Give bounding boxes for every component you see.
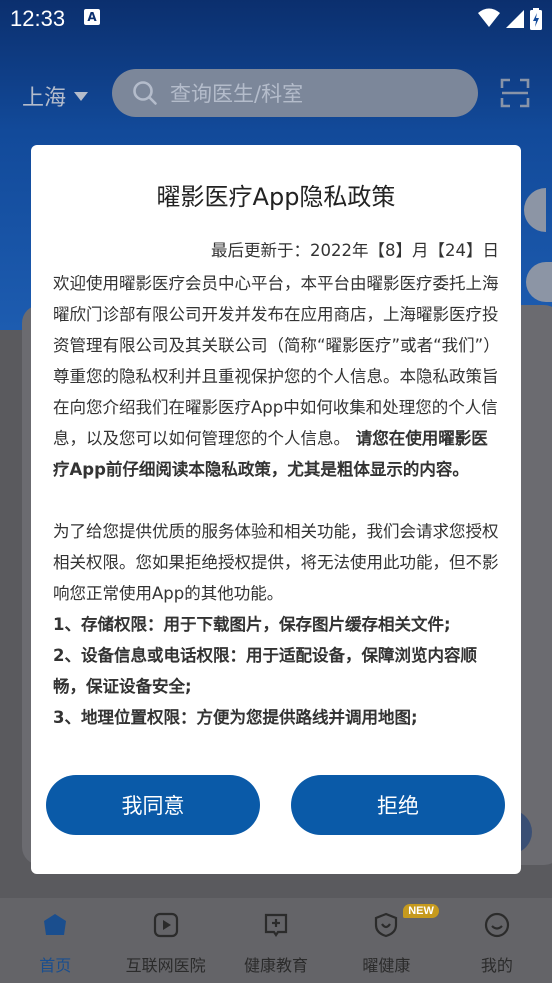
- nav-item-health[interactable]: NEW 曜健康: [331, 898, 441, 983]
- nav-label: 首页: [39, 956, 72, 975]
- city-selector[interactable]: 上海: [22, 80, 89, 112]
- wifi-icon: [478, 8, 500, 27]
- notification-icon: A: [84, 9, 100, 25]
- agree-button[interactable]: 我同意: [46, 775, 260, 835]
- privacy-policy-dialog: 曜影医疗App隐私政策 最后更新于：2022年【8】月【24】日 欢迎使用曜影医…: [31, 145, 521, 874]
- permission-item: 1、存储权限：用于下载图片，保存图片缓存相关文件;: [53, 615, 451, 634]
- search-icon: [133, 81, 157, 105]
- status-bar: 12:33 A: [0, 0, 552, 38]
- search-bar[interactable]: 查询医生/科室: [112, 69, 478, 117]
- search-placeholder: 查询医生/科室: [170, 82, 304, 106]
- new-badge: NEW: [403, 904, 439, 918]
- dialog-title: 曜影医疗App隐私政策: [156, 183, 396, 211]
- permission-item: 3、地理位置权限：方便为您提供路线并调用地图;: [53, 708, 418, 727]
- profile-icon: [484, 912, 509, 938]
- bottom-nav: 首页 互联网医院 健康教育 NEW 曜健康 我的: [0, 898, 552, 983]
- status-time: 12:33: [10, 6, 66, 31]
- policy-intro: 欢迎使用曜影医疗会员中心平台，本平台由曜影医疗委托上海曜欣门诊部有限公司开发并发…: [53, 268, 501, 485]
- permissions-intro: 为了给您提供优质的服务体验和相关功能，我们会请求您授权相关权限。您如果拒绝授权提…: [53, 522, 499, 603]
- permission-item: 2、设备信息或电话权限：用于适配设备，保障浏览内容顺畅，保证设备安全;: [53, 646, 477, 696]
- nav-item-health-education[interactable]: 健康教育: [221, 898, 331, 983]
- home-icon: [44, 914, 67, 935]
- last-updated: 最后更新于：2022年【8】月【24】日: [211, 241, 499, 260]
- video-play-icon: [153, 912, 178, 938]
- policy-body[interactable]: 欢迎使用曜影医疗会员中心平台，本平台由曜影医疗委托上海曜欣门诊部有限公司开发并发…: [53, 268, 501, 763]
- nav-label: 健康教育: [244, 956, 309, 975]
- status-icons: [478, 8, 542, 30]
- nav-item-home[interactable]: 首页: [0, 898, 110, 983]
- nav-item-profile[interactable]: 我的: [442, 898, 552, 983]
- nav-label: 互联网医院: [125, 956, 206, 975]
- intro-text: 欢迎使用曜影医疗会员中心平台，本平台由曜影医疗委托上海曜欣门诊部有限公司开发并发…: [53, 274, 500, 448]
- nav-item-internet-hospital[interactable]: 互联网医院: [110, 898, 220, 983]
- battery-icon: [530, 8, 542, 30]
- nav-label: 我的: [480, 956, 513, 975]
- reject-button[interactable]: 拒绝: [291, 775, 505, 835]
- city-label: 上海: [22, 86, 67, 111]
- signal-icon: [506, 10, 524, 28]
- chevron-down-icon: [74, 91, 89, 101]
- nav-label: 曜健康: [362, 956, 411, 975]
- shield-icon: [375, 912, 398, 938]
- book-icon: [264, 913, 288, 937]
- scan-icon[interactable]: [500, 78, 530, 108]
